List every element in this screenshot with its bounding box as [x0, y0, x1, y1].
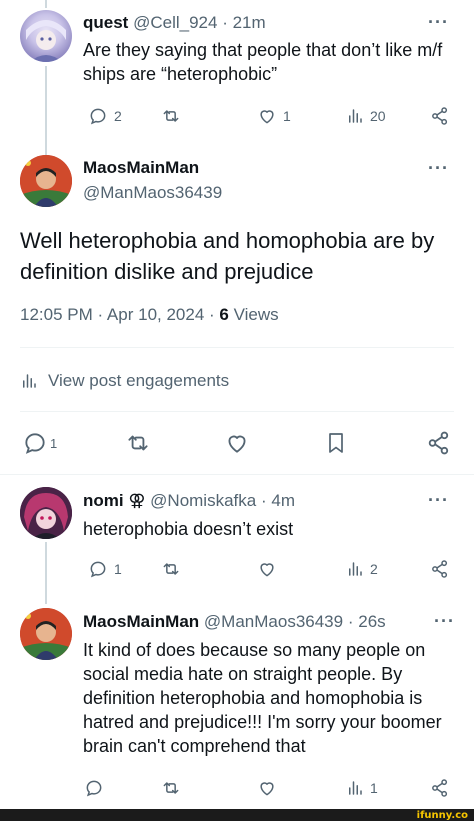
- main-views-label: Views: [228, 305, 279, 324]
- tweet1-display-name[interactable]: quest: [83, 13, 128, 32]
- tweet1-view-count: 20: [370, 108, 386, 124]
- reply-icon: [90, 561, 106, 578]
- tweet1-more-button[interactable]: ···: [428, 12, 449, 33]
- main-timestamp[interactable]: 12:05 PM · Apr 10, 2024 ·: [20, 305, 219, 324]
- reply2-handle[interactable]: @ManMaos36439: [204, 612, 343, 631]
- watermark-text: ifunny.co: [416, 810, 468, 821]
- reply2-text: It kind of does because so many people o…: [83, 640, 442, 756]
- reply2-actions: 1: [0, 778, 474, 802]
- reply1-text: heterophobia doesn’t exist: [83, 519, 294, 539]
- reply-icon: [90, 108, 106, 125]
- main-meta: 12:05 PM · Apr 10, 2024 · 6 Views: [20, 304, 279, 326]
- tweet1-handle[interactable]: @Cell_924: [133, 13, 217, 32]
- main-actions: 1: [0, 430, 474, 458]
- tweet1-like-count: 1: [283, 108, 291, 124]
- main-more-button[interactable]: ···: [428, 158, 449, 179]
- main-handle[interactable]: @ManMaos36439: [83, 182, 222, 204]
- retweet-icon: [163, 782, 179, 794]
- reply1-reply-button[interactable]: 1: [88, 559, 122, 579]
- reply1-sep: ·: [260, 491, 267, 510]
- avatar-art: [20, 155, 72, 207]
- reply2-display-name[interactable]: MaosMainMan: [83, 612, 199, 631]
- tweet1-retweet-button[interactable]: [160, 106, 182, 126]
- tweet1-header: quest @Cell_924 · 21m: [83, 12, 266, 34]
- main-bookmark-button[interactable]: [324, 430, 348, 456]
- reply1-time[interactable]: 4m: [271, 491, 295, 510]
- heart-icon: [228, 435, 246, 453]
- tweet1-sep: ·: [222, 13, 228, 32]
- reply2-retweet-button[interactable]: [160, 778, 182, 798]
- reply1-view-count: 2: [370, 561, 378, 577]
- divider-2: [20, 411, 454, 412]
- share-icon: [432, 779, 448, 797]
- divider-1: [20, 347, 454, 348]
- reply1-reply-count: 1: [114, 561, 122, 577]
- reply1-like-button[interactable]: [257, 559, 277, 579]
- views-icon: [349, 562, 362, 576]
- avatar-maosmainman-reply[interactable]: [20, 608, 72, 660]
- view-engagements-label: View post engagements: [48, 371, 230, 390]
- tweet1-share-button[interactable]: [430, 106, 450, 126]
- tweet1-time[interactable]: 21m: [233, 13, 266, 32]
- views-icon: [349, 109, 362, 123]
- main-like-button[interactable]: [224, 430, 250, 456]
- avatar-art: [20, 608, 72, 660]
- reply2-share-button[interactable]: [430, 778, 450, 798]
- watermark-bar: ifunny.co: [0, 809, 474, 821]
- reply2-time[interactable]: 26s: [358, 612, 385, 631]
- bookmark-icon: [329, 433, 343, 453]
- main-share-button[interactable]: [426, 430, 452, 456]
- main-reply-button[interactable]: 1: [22, 430, 57, 456]
- main-reply-count: 1: [50, 435, 58, 451]
- reply1-retweet-button[interactable]: [160, 559, 182, 579]
- thread-line-top: [45, 0, 47, 8]
- reply-icon: [25, 433, 45, 454]
- main-retweet-button[interactable]: [124, 430, 152, 456]
- reply1-badge: ⚢: [128, 491, 146, 510]
- share-icon: [428, 431, 449, 455]
- divider-3: [0, 474, 474, 475]
- reply1-more-button[interactable]: ···: [428, 490, 449, 511]
- main-name-line: MaosMainMan: [83, 157, 199, 179]
- views-icon: [349, 781, 362, 795]
- tweet1-actions: 2 1 20: [0, 106, 474, 130]
- reply2-views-button[interactable]: 1: [346, 778, 378, 798]
- tweet1-reply-count: 2: [114, 108, 122, 124]
- retweet-icon: [128, 435, 148, 451]
- main-views-count: 6: [219, 305, 229, 324]
- avatar-maosmainman[interactable]: [20, 155, 72, 207]
- reply2-sep: ·: [347, 612, 354, 631]
- reply1-handle[interactable]: @Nomiskafka: [150, 491, 256, 510]
- reply1-share-button[interactable]: [430, 559, 450, 579]
- tweet1-like-button[interactable]: 1: [257, 106, 291, 126]
- reply1-header: nomi ⚢ @Nomiskafka · 4m: [83, 490, 295, 512]
- share-icon: [432, 560, 448, 578]
- reply1-views-button[interactable]: 2: [346, 559, 378, 579]
- tweet1-text: Are they saying that people that don’t l…: [83, 40, 443, 84]
- main-text: Well heterophobia and homophobia are by …: [20, 228, 435, 284]
- retweet-icon: [163, 563, 179, 575]
- retweet-icon: [163, 110, 179, 122]
- views-icon: [23, 374, 36, 388]
- reply1-display-name[interactable]: nomi: [83, 491, 124, 510]
- share-icon: [432, 107, 448, 125]
- reply2-reply-button[interactable]: [84, 778, 104, 798]
- avatar-nomi[interactable]: [20, 487, 72, 539]
- heart-icon: [260, 110, 274, 124]
- reply1-actions: 1 2: [0, 559, 474, 583]
- reply2-view-count: 1: [370, 780, 378, 796]
- view-engagements-link[interactable]: View post engagements: [20, 370, 229, 392]
- reply-icon: [86, 780, 102, 797]
- main-display-name[interactable]: MaosMainMan: [83, 158, 199, 177]
- reply2-like-button[interactable]: [257, 778, 277, 798]
- reply2-header: MaosMainMan @ManMaos36439 · 26s: [83, 611, 386, 633]
- reply2-more-button[interactable]: ···: [434, 611, 455, 632]
- heart-icon: [260, 782, 274, 796]
- heart-icon: [260, 563, 274, 577]
- avatar-art: [26, 20, 66, 62]
- tweet1-reply-button[interactable]: 2: [88, 106, 122, 126]
- tweet1-views-button[interactable]: 20: [346, 106, 386, 126]
- avatar-art: [20, 487, 72, 539]
- avatar-quest[interactable]: [20, 10, 72, 62]
